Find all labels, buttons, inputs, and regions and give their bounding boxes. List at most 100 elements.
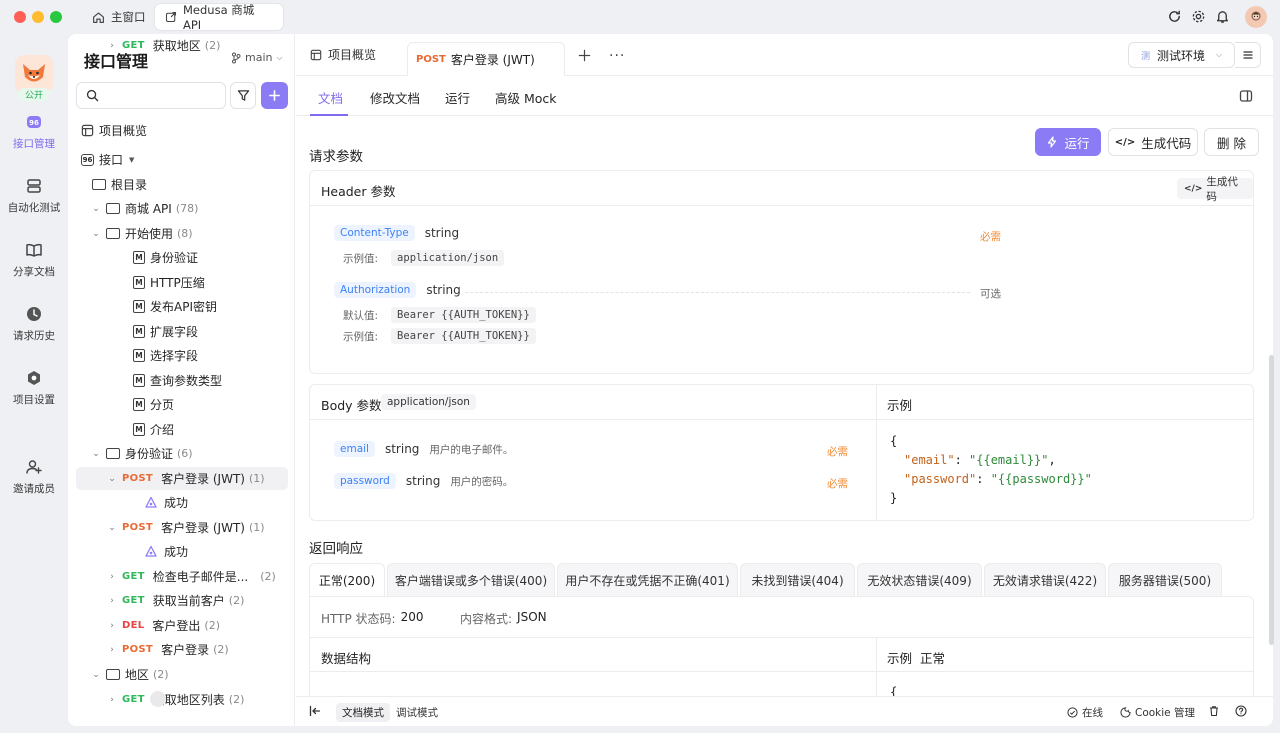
tree-item[interactable]: ⌄ 身份验证 (6) xyxy=(76,442,288,465)
tree-item[interactable]: › GET 获取地区 (2) xyxy=(76,34,288,57)
rail-item-settings[interactable]: 项目设置 xyxy=(0,369,68,407)
tab-doc[interactable]: 文档 xyxy=(318,88,343,107)
tab-overview[interactable]: 项目概览 xyxy=(310,46,376,63)
minimize-window-button[interactable] xyxy=(32,11,44,23)
chevron-right-icon[interactable]: › xyxy=(106,572,118,582)
tab-label: 客户登录 (JWT) xyxy=(450,52,535,67)
response-tab-200[interactable]: 正常(200) xyxy=(309,563,385,597)
bell-icon[interactable] xyxy=(1215,9,1230,24)
settings-icon[interactable] xyxy=(1191,9,1206,24)
cookie-manager[interactable]: Cookie 管理 xyxy=(1120,705,1195,720)
tab-project[interactable]: Medusa 商城 API xyxy=(155,3,283,32)
trash-icon[interactable] xyxy=(1208,705,1220,717)
response-tab-400[interactable]: 客户端错误或多个错误(400) xyxy=(387,563,555,597)
tree-item[interactable]: M HTTP压缩 xyxy=(76,271,288,294)
tab-edit-doc[interactable]: 修改文档 xyxy=(370,88,420,107)
sidebar-item-apis[interactable]: 96 接口 ▼ xyxy=(76,148,288,171)
response-tab-409[interactable]: 无效状态错误(409) xyxy=(857,563,982,597)
tree-item[interactable]: 成功 xyxy=(76,540,288,563)
response-tab-401[interactable]: 用户不存在或凭据不正确(401) xyxy=(557,563,738,597)
maximize-window-button[interactable] xyxy=(50,11,62,23)
chevron-right-icon[interactable]: › xyxy=(106,621,118,631)
tree-item[interactable]: M 查询参数类型 xyxy=(76,369,288,392)
scroll-handle[interactable] xyxy=(150,691,166,707)
tree-item[interactable]: › GET 获取当前客户 (2) xyxy=(76,589,288,612)
chevron-down-icon[interactable]: ⌄ xyxy=(90,204,102,214)
filter-button[interactable] xyxy=(230,82,256,109)
env-menu-button[interactable] xyxy=(1235,42,1261,68)
json-key: "email" xyxy=(904,453,955,467)
tree-item-count: (2) xyxy=(213,643,229,656)
chevron-down-icon[interactable]: ⌄ xyxy=(90,449,102,459)
rail-item-invite[interactable]: 邀请成员 xyxy=(0,458,68,496)
tree-item[interactable]: ⌄ 开始使用 (8) xyxy=(76,222,288,245)
generate-code-button[interactable]: </> 生成代码 xyxy=(1108,128,1198,156)
tree-item[interactable]: › GET 获取地区列表 (2) xyxy=(76,688,288,711)
collapse-sidebar-icon[interactable] xyxy=(309,705,321,717)
tab-active-api[interactable]: POST 客户登录 (JWT) xyxy=(407,42,565,76)
debug-mode-button[interactable]: 调试模式 xyxy=(396,705,438,720)
chevron-down-icon[interactable]: ⌄ xyxy=(90,670,102,680)
example-case: 正常 xyxy=(920,651,946,666)
chevron-down-icon[interactable]: ⌄ xyxy=(90,229,102,239)
doc-mode-button[interactable]: 文档模式 xyxy=(336,703,390,722)
new-tab-button[interactable] xyxy=(578,49,591,62)
tree-item[interactable]: 根目录 xyxy=(76,173,288,196)
tree-item[interactable]: ⌄ 地区 (2) xyxy=(76,663,288,686)
tree-item[interactable]: M 发布API密钥 xyxy=(76,295,288,318)
method-badge: GET xyxy=(122,571,145,582)
sidebar-item-overview[interactable]: 项目概览 xyxy=(76,119,288,142)
refresh-icon[interactable] xyxy=(1167,9,1182,24)
tree-item[interactable]: 成功 xyxy=(76,491,288,514)
method-badge: POST xyxy=(122,644,154,655)
response-tab-422[interactable]: 无效请求错误(422) xyxy=(984,563,1106,597)
method-badge: POST xyxy=(416,53,446,65)
doc-subtabs: 文档 修改文档 运行 高级 Mock xyxy=(296,76,1273,116)
close-window-button[interactable] xyxy=(14,11,26,23)
rail-item-history[interactable]: 请求历史 xyxy=(0,305,68,343)
tree-item[interactable]: › DEL 客户登出 (2) xyxy=(76,614,288,637)
tree-item[interactable]: M 身份验证 xyxy=(76,246,288,269)
tab-main-window[interactable]: 主窗口 xyxy=(82,4,156,30)
markdown-doc-icon: M xyxy=(133,349,145,362)
env-selector[interactable]: 测 测试环境 ⌵ xyxy=(1128,42,1235,68)
more-icon[interactable]: ··· xyxy=(609,48,625,64)
tree-item[interactable]: › GET 检查电子邮件是... (2) xyxy=(76,565,288,588)
chevron-right-icon[interactable]: › xyxy=(106,695,118,705)
rail-item-share-docs[interactable]: 分享文档 xyxy=(0,241,68,279)
run-button[interactable]: 运行 xyxy=(1035,128,1101,156)
chevron-down-icon[interactable]: ⌄ xyxy=(106,474,118,484)
chevron-right-icon[interactable]: › xyxy=(106,41,118,51)
rail-item-api[interactable]: 96 接口管理 xyxy=(0,113,68,151)
delete-button[interactable]: 删 除 xyxy=(1204,128,1259,156)
tree-item-count: (2) xyxy=(228,594,245,607)
tree-item-label: 获取当前客户 xyxy=(152,594,225,608)
tree-item[interactable]: M 介绍 xyxy=(76,418,288,441)
rail-item-automation[interactable]: 自动化测试 xyxy=(0,177,68,215)
avatar[interactable] xyxy=(1245,6,1267,28)
add-button[interactable] xyxy=(261,82,288,109)
tree-item[interactable]: › POST 客户登录 (2) xyxy=(76,638,288,661)
tree-item[interactable]: ⌄ POST 客户登录 (JWT) (1) xyxy=(76,516,288,539)
chevron-down-icon[interactable]: ⌄ xyxy=(106,523,118,533)
chevron-right-icon[interactable]: › xyxy=(106,645,118,655)
method-badge: DEL xyxy=(122,620,145,631)
chevron-right-icon[interactable]: › xyxy=(106,596,118,606)
tree-item-label: 开始使用 xyxy=(125,227,174,241)
online-status[interactable]: 在线 xyxy=(1067,705,1103,720)
response-tab-500[interactable]: 服务器错误(500) xyxy=(1108,563,1222,597)
tree-item[interactable]: ⌄ POST 客户登录 (JWT) (1) xyxy=(76,467,288,490)
tree-item[interactable]: ⌄ 商城 API (78) xyxy=(76,197,288,220)
panel-toggle-icon[interactable] xyxy=(1239,89,1253,103)
response-tab-404[interactable]: 未找到错误(404) xyxy=(740,563,855,597)
tree-item[interactable]: M 分页 xyxy=(76,393,288,416)
tree-item[interactable]: M 选择字段 xyxy=(76,344,288,367)
param-example-row: 示例值: application/json xyxy=(343,250,505,266)
scrollbar[interactable] xyxy=(1269,355,1274,645)
tree-item[interactable]: M 扩展字段 xyxy=(76,320,288,343)
help-icon[interactable] xyxy=(1235,705,1247,717)
tab-advanced-mock[interactable]: 高级 Mock xyxy=(495,88,557,107)
tab-run[interactable]: 运行 xyxy=(445,88,470,107)
search-input[interactable] xyxy=(76,82,226,109)
header-generate-code-button[interactable]: </> 生成代码 xyxy=(1177,176,1253,203)
